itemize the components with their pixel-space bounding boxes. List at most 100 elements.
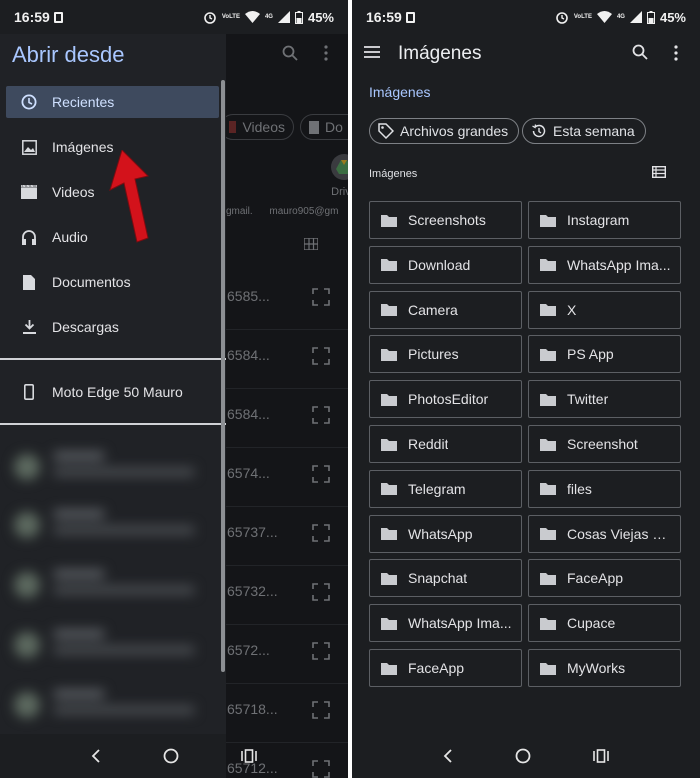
file-row: 6585... <box>226 272 348 330</box>
home-button[interactable] <box>515 748 531 764</box>
chip-label: Archivos grandes <box>400 123 509 139</box>
folder-item[interactable]: Cupace <box>528 604 681 643</box>
folder-item[interactable]: Twitter <box>528 380 681 419</box>
more-vert-icon <box>324 45 328 61</box>
folder-icon <box>381 259 397 272</box>
folder-item[interactable]: FaceApp <box>369 649 522 687</box>
folder-item[interactable]: Download <box>369 245 522 284</box>
recents-button[interactable] <box>241 749 257 763</box>
more-vert-icon[interactable] <box>674 45 678 61</box>
folder-name: X <box>567 301 577 318</box>
background-app: Videos Do Drive gmail. mauro905@gm 6585.… <box>220 34 348 778</box>
status-bar: 16:59 VoLTE 4G 45% <box>352 0 700 34</box>
folder-icon <box>540 304 556 317</box>
drawer-item-label: Videos <box>52 184 95 200</box>
filter-chip-large-files[interactable]: Archivos grandes <box>369 118 520 144</box>
search-icon[interactable] <box>632 44 648 60</box>
folder-name: WhatsApp Ima... <box>408 615 512 632</box>
drawer-item-recientes[interactable]: Recientes <box>6 86 219 118</box>
folder-name: Telegram <box>408 480 466 497</box>
blurred-account <box>14 626 214 666</box>
folder-item[interactable]: Screenshots <box>369 201 522 239</box>
file-name: 65718... <box>227 701 278 717</box>
home-button[interactable] <box>163 748 179 764</box>
drive-shortcut: Drive <box>314 154 348 198</box>
app-bar: Imágenes <box>352 34 700 74</box>
expand-icon <box>312 701 330 719</box>
file-name: 65737... <box>227 524 278 540</box>
folder-item[interactable]: Reddit <box>369 425 522 463</box>
download-icon <box>22 320 36 334</box>
back-button[interactable] <box>443 749 453 763</box>
folder-item[interactable]: PS App <box>528 335 681 374</box>
status-bar: 16:59 VoLTE 4G 45% <box>0 0 348 34</box>
folder-icon <box>540 617 556 630</box>
drive-label: Drive <box>331 186 348 198</box>
folder-item[interactable]: Telegram <box>369 469 522 508</box>
folder-item[interactable]: PhotosEditor <box>369 380 522 419</box>
drawer-item-descargas[interactable]: Descargas <box>6 311 219 343</box>
folder-icon <box>381 662 397 675</box>
folder-name: Screenshots <box>408 212 486 228</box>
folder-icon <box>381 572 397 585</box>
folder-icon <box>540 662 556 675</box>
folder-item[interactable]: Pictures <box>369 335 522 374</box>
drawer-item-device[interactable]: Moto Edge 50 Mauro <box>6 376 219 408</box>
filter-chip-this-week[interactable]: Esta semana <box>522 118 646 144</box>
folder-item[interactable]: Camera <box>369 290 522 329</box>
folder-icon <box>540 483 556 496</box>
tag-icon <box>378 123 394 139</box>
chip-label: Videos <box>242 119 285 135</box>
network-label: 4G <box>264 14 273 20</box>
folder-item[interactable]: Screenshot <box>528 425 681 463</box>
folder-item[interactable]: X <box>528 290 681 329</box>
audio-icon <box>22 229 36 245</box>
alarm-icon <box>556 12 568 24</box>
folder-item[interactable]: WhatsApp Ima... <box>528 245 681 284</box>
drawer-item-documentos[interactable]: Documentos <box>6 266 219 298</box>
folder-icon <box>381 483 397 496</box>
breadcrumb[interactable]: Imágenes <box>369 84 430 100</box>
folder-item[interactable]: Snapchat <box>369 559 522 598</box>
battery-percent: 45% <box>307 9 334 25</box>
folder-icon <box>540 393 556 406</box>
account-line: gmail. mauro905@gm <box>226 206 338 217</box>
blurred-account <box>14 506 214 546</box>
file-row: 65732... <box>226 567 348 625</box>
volte-label: VoLTE <box>221 14 240 20</box>
folder-name: Snapchat <box>408 570 468 587</box>
recents-button[interactable] <box>593 749 609 763</box>
folder-item[interactable]: files <box>528 469 681 508</box>
file-row: 6572... <box>226 626 348 684</box>
back-icon <box>443 749 452 763</box>
folder-item[interactable]: Instagram <box>528 201 681 239</box>
battery-icon <box>646 10 655 24</box>
section-label: Imágenes <box>369 168 418 180</box>
folder-name: Camera <box>408 301 458 318</box>
wifi-icon <box>244 11 260 23</box>
drawer-scrollbar[interactable] <box>221 80 225 672</box>
folder-item[interactable]: WhatsApp <box>369 514 522 553</box>
expand-icon <box>312 583 330 601</box>
folder-item[interactable]: WhatsApp Ima... <box>369 604 522 643</box>
drawer-item-label: Documentos <box>52 274 131 290</box>
expand-icon <box>312 406 330 424</box>
folder-name: PhotosEditor <box>408 391 489 408</box>
file-name: 6574... <box>227 465 270 481</box>
menu-icon[interactable] <box>364 46 380 58</box>
list-view-icon[interactable] <box>652 166 666 178</box>
folder-icon <box>540 259 556 272</box>
chip-label: Esta semana <box>553 123 635 139</box>
back-button[interactable] <box>91 749 101 763</box>
documents-chip: Do <box>300 114 348 140</box>
file-name: 6585... <box>227 288 270 304</box>
folder-name: Instagram <box>567 212 630 228</box>
network-label: 4G <box>616 14 625 20</box>
red-arrow-icon <box>109 150 149 243</box>
folder-item[interactable]: Cosas Viejas W... <box>528 514 681 553</box>
folder-name: Cosas Viejas W... <box>567 525 675 542</box>
video-chip-icon <box>229 121 237 133</box>
folder-item[interactable]: MyWorks <box>528 649 681 687</box>
folder-name: Reddit <box>408 436 449 452</box>
folder-item[interactable]: FaceApp <box>528 559 681 598</box>
